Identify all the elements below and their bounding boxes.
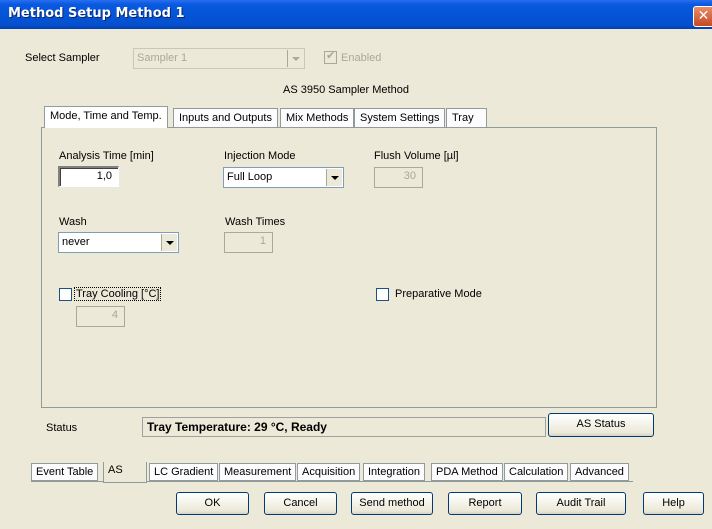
- tab-lc-gradient[interactable]: LC Gradient: [149, 463, 219, 481]
- preparative-mode-label: Preparative Mode: [395, 288, 482, 300]
- injection-mode-label: Injection Mode: [224, 150, 296, 162]
- select-sampler-label: Select Sampler: [25, 52, 100, 64]
- tab-label: PDA Method: [436, 466, 498, 478]
- ok-button[interactable]: OK: [176, 492, 249, 515]
- chevron-down-icon: [287, 50, 303, 67]
- tab-calculation[interactable]: Calculation: [504, 463, 569, 481]
- wash-times-label: Wash Times: [225, 216, 286, 228]
- tab-label: Tray: [452, 112, 474, 124]
- status-label: Status: [46, 422, 78, 434]
- sampler-select-value: Sampler 1: [137, 52, 188, 64]
- tab-label: AS: [108, 464, 123, 476]
- wash-times-input[interactable]: 1: [224, 232, 273, 253]
- tab-label: Advanced: [575, 466, 624, 478]
- chevron-down-icon: [161, 234, 177, 251]
- tab-integration[interactable]: Integration: [363, 463, 425, 481]
- tab-tray[interactable]: Tray: [446, 108, 487, 128]
- group-title: AS 3950 Sampler Method: [283, 84, 409, 96]
- checkmark-icon: ✔: [326, 50, 336, 62]
- tab-advanced[interactable]: Advanced: [570, 463, 629, 481]
- tab-label: Mix Methods: [286, 112, 349, 124]
- tab-event-table[interactable]: Event Table: [31, 463, 99, 481]
- title-bar[interactable]: Method Setup Method 1 ✕: [0, 0, 712, 29]
- analysis-time-input[interactable]: 1,0: [58, 166, 119, 187]
- tab-acquisition[interactable]: Acquisition: [297, 463, 361, 481]
- tab-label: Calculation: [509, 466, 564, 478]
- tab-as[interactable]: AS: [103, 462, 147, 483]
- wash-value: never: [62, 236, 90, 248]
- tray-cooling-checkbox[interactable]: [59, 288, 72, 301]
- sampler-select[interactable]: Sampler 1: [133, 48, 305, 69]
- flush-volume-label: Flush Volume [µl]: [374, 150, 459, 162]
- enabled-checkbox[interactable]: ✔: [324, 50, 337, 64]
- enabled-label: Enabled: [341, 52, 382, 64]
- tab-label: Inputs and Outputs: [179, 112, 272, 124]
- help-button[interactable]: Help: [643, 492, 704, 515]
- close-icon[interactable]: ✕: [693, 6, 712, 27]
- tab-panel: [41, 127, 657, 408]
- tab-mode-time-temp[interactable]: Mode, Time and Temp.: [44, 106, 168, 128]
- tab-inputs-outputs[interactable]: Inputs and Outputs: [173, 108, 278, 128]
- tray-cooling-input[interactable]: 4: [76, 306, 125, 327]
- tab-label: Event Table: [36, 466, 94, 478]
- audit-trail-button[interactable]: Audit Trail: [536, 492, 626, 515]
- preparative-mode-checkbox[interactable]: [376, 288, 389, 301]
- wash-select[interactable]: never: [58, 232, 179, 253]
- tab-label: LC Gradient: [154, 466, 214, 478]
- injection-mode-select[interactable]: Full Loop: [223, 167, 344, 188]
- injection-mode-value: Full Loop: [227, 171, 273, 183]
- status-text: Tray Temperature: 29 °C, Ready: [142, 417, 546, 437]
- tab-pda-method[interactable]: PDA Method: [431, 463, 503, 481]
- tab-label: Acquisition: [302, 466, 356, 478]
- method-setup-window: Method Setup Method 1 ✕ Select Sampler S…: [0, 0, 712, 529]
- tab-label: System Settings: [360, 112, 440, 124]
- tab-system-settings[interactable]: System Settings: [354, 108, 446, 128]
- tray-cooling-label[interactable]: Tray Cooling [°C]: [73, 287, 162, 301]
- tab-measurement[interactable]: Measurement: [219, 463, 297, 481]
- tab-label: Measurement: [224, 466, 292, 478]
- tab-label: Integration: [368, 466, 420, 478]
- chevron-down-icon: [326, 169, 342, 186]
- as-status-button[interactable]: AS Status: [548, 413, 654, 437]
- cancel-button[interactable]: Cancel: [264, 492, 337, 515]
- report-button[interactable]: Report: [448, 492, 522, 515]
- tab-label: Mode, Time and Temp.: [50, 110, 162, 122]
- window-title: Method Setup Method 1: [8, 6, 185, 21]
- wash-label: Wash: [59, 216, 87, 228]
- tab-mix-methods[interactable]: Mix Methods: [280, 108, 355, 128]
- analysis-time-label: Analysis Time [min]: [59, 150, 154, 162]
- flush-volume-input[interactable]: 30: [374, 167, 423, 188]
- send-method-button[interactable]: Send method: [351, 492, 433, 515]
